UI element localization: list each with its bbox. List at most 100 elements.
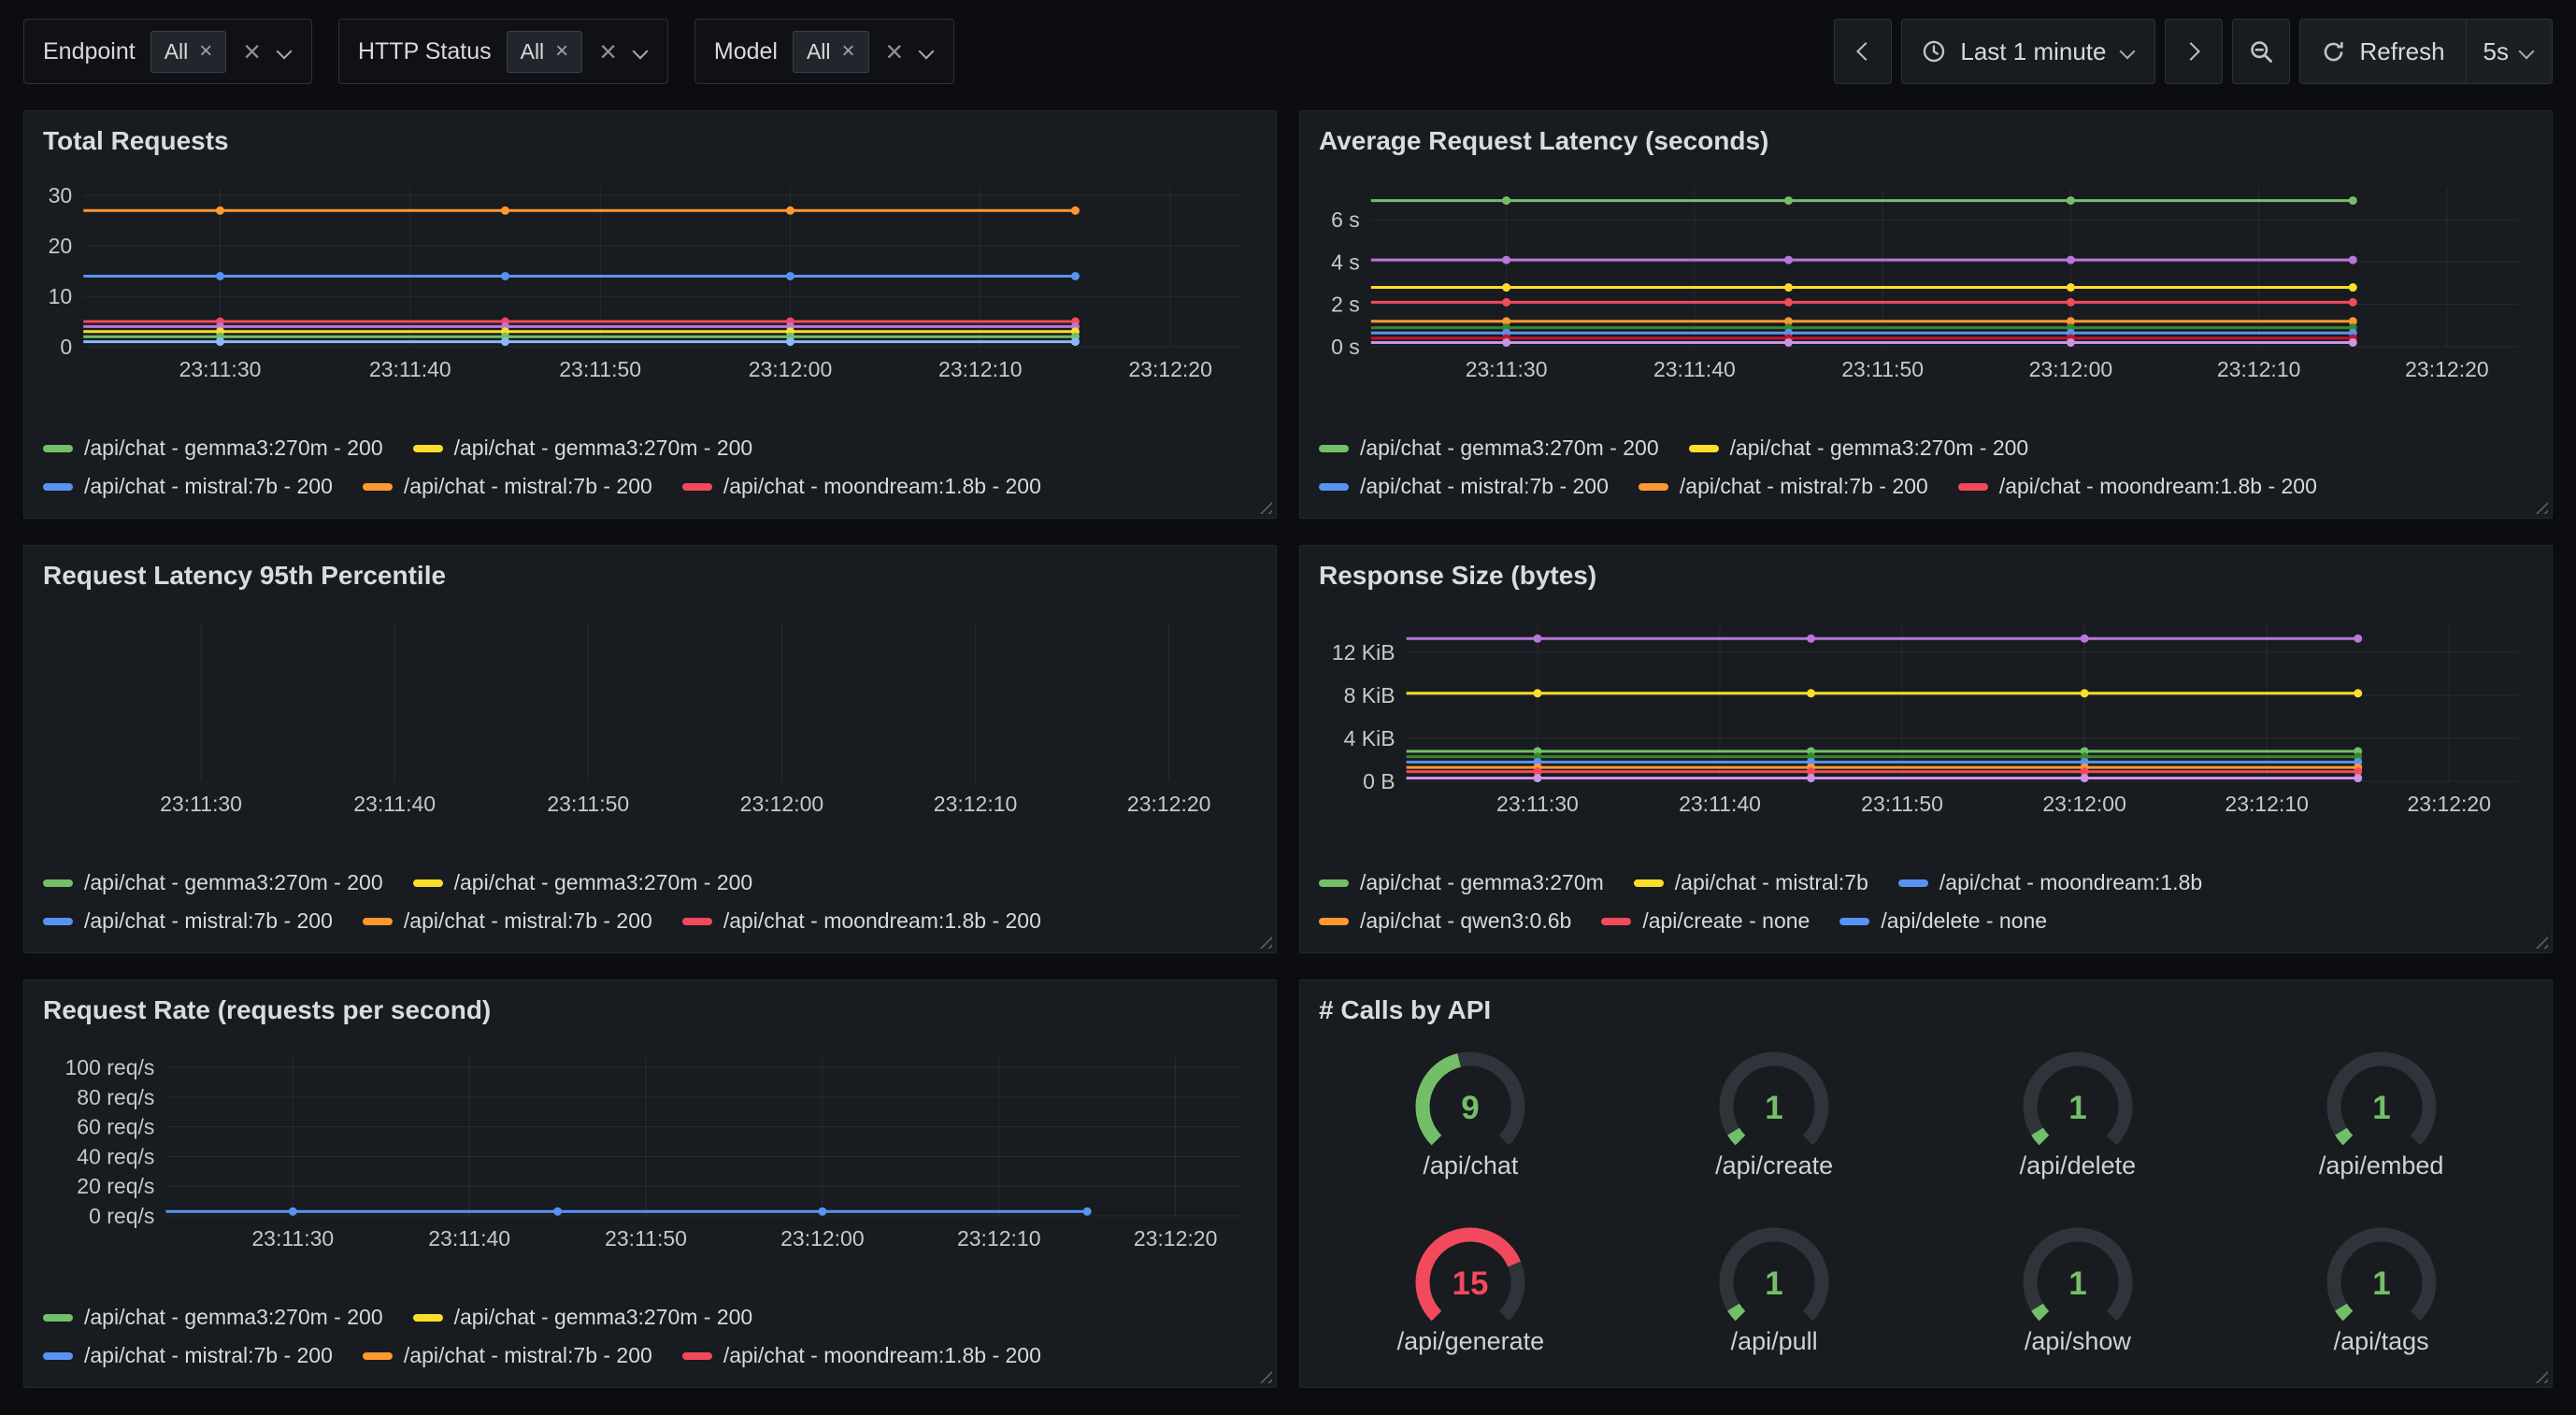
gauge-title: /api/show <box>2025 1327 2131 1356</box>
chart-canvas[interactable]: 23:11:3023:11:4023:11:5023:12:0023:12:10… <box>43 613 1257 821</box>
gauge-title: /api/embed <box>2319 1151 2444 1180</box>
series-line[interactable] <box>83 272 1080 280</box>
time-shift-back-button[interactable] <box>1834 19 1892 84</box>
filter-label[interactable]: HTTP Status <box>358 38 492 65</box>
legend-series-label: /api/chat - mistral:7b - 200 <box>404 908 652 934</box>
clear-filter-icon[interactable]: × <box>599 36 617 66</box>
legend-item[interactable]: /api/chat - moondream:1.8b - 200 <box>1958 474 2317 499</box>
series-line[interactable] <box>1407 758 2363 766</box>
legend-series-swatch <box>1689 445 1719 452</box>
remove-value-icon[interactable]: × <box>199 40 212 63</box>
series-line[interactable] <box>1371 329 2357 337</box>
panel-title[interactable]: Request Rate (requests per second) <box>43 995 1257 1025</box>
panel-title[interactable]: Total Requests <box>43 126 1257 156</box>
legend-series-swatch <box>1319 879 1349 887</box>
legend-item[interactable]: /api/chat - mistral:7b - 200 <box>363 908 652 934</box>
series-line[interactable] <box>165 1208 1091 1216</box>
legend-item[interactable]: /api/chat - qwen3:0.6b <box>1319 908 1571 934</box>
chevron-down-icon <box>2119 44 2136 59</box>
legend-item[interactable]: /api/chat - gemma3:270m - 200 <box>413 1305 753 1330</box>
legend-item[interactable]: /api/chat - mistral:7b - 200 <box>43 908 333 934</box>
legend-item[interactable]: /api/chat - moondream:1.8b - 200 <box>682 474 1041 499</box>
series-line[interactable] <box>1371 283 2357 292</box>
clear-filter-icon[interactable]: × <box>886 36 904 66</box>
panel-resize-handle[interactable] <box>2531 932 2548 949</box>
series-line[interactable] <box>83 327 1080 336</box>
legend-item[interactable]: /api/chat - mistral:7b <box>1634 870 1868 895</box>
chart-area[interactable]: 23:11:3023:11:4023:11:5023:12:0023:12:10… <box>43 613 1257 821</box>
legend-item[interactable]: /api/chat - gemma3:270m - 200 <box>43 870 383 895</box>
refresh-interval-dropdown[interactable]: 5s <box>2466 20 2552 83</box>
data-point <box>1083 1208 1092 1216</box>
chevron-down-icon[interactable] <box>918 44 935 59</box>
series-line[interactable] <box>1371 317 2357 325</box>
series-line[interactable] <box>1407 747 2363 755</box>
series-line[interactable] <box>83 322 1080 331</box>
series-line[interactable] <box>83 337 1080 346</box>
legend-item[interactable]: /api/create - none <box>1601 908 1810 934</box>
panel-title[interactable]: # Calls by API <box>1319 995 2533 1025</box>
chart-area[interactable]: 0 B4 KiB8 KiB12 KiB23:11:3023:11:4023:11… <box>1319 613 2533 821</box>
legend-item[interactable]: /api/chat - gemma3:270m <box>1319 870 1604 895</box>
time-shift-forward-button[interactable] <box>2165 19 2223 84</box>
legend-item[interactable]: /api/chat - gemma3:270m - 200 <box>43 436 383 461</box>
legend-item[interactable]: /api/chat - mistral:7b - 200 <box>1639 474 1928 499</box>
legend-item[interactable]: /api/chat - mistral:7b - 200 <box>363 1343 652 1368</box>
legend-series-label: /api/chat - gemma3:270m - 200 <box>1730 436 2029 461</box>
series-line[interactable] <box>1371 196 2357 205</box>
filter-label[interactable]: Endpoint <box>43 38 136 65</box>
series-line[interactable] <box>83 318 1080 326</box>
legend-item[interactable]: /api/chat - gemma3:270m - 200 <box>413 870 753 895</box>
clear-filter-icon[interactable]: × <box>243 36 261 66</box>
series-line[interactable] <box>1407 635 2363 643</box>
legend-item[interactable]: /api/chat - mistral:7b - 200 <box>43 1343 333 1368</box>
time-controls: Last 1 minute Refresh <box>1834 19 2553 84</box>
chart-canvas[interactable]: 0 req/s20 req/s40 req/s60 req/s80 req/s1… <box>43 1048 1257 1255</box>
panel-title[interactable]: Request Latency 95th Percentile <box>43 561 1257 591</box>
legend-item[interactable]: /api/chat - moondream:1.8b <box>1898 870 2202 895</box>
legend-item[interactable]: /api/chat - moondream:1.8b - 200 <box>682 908 1041 934</box>
legend-item[interactable]: /api/chat - gemma3:270m - 200 <box>43 1305 383 1330</box>
remove-value-icon[interactable]: × <box>842 40 855 63</box>
refresh-button[interactable]: Refresh <box>2300 20 2465 83</box>
remove-value-icon[interactable]: × <box>555 40 568 63</box>
time-range-picker[interactable]: Last 1 minute <box>1901 19 2155 84</box>
chevron-down-icon[interactable] <box>632 44 649 59</box>
chart-canvas[interactable]: 010203023:11:3023:11:4023:11:5023:12:002… <box>43 179 1257 386</box>
series-line[interactable] <box>1371 323 2357 332</box>
y-axis-label: 0 req/s <box>89 1204 154 1228</box>
filter-label[interactable]: Model <box>714 38 778 65</box>
panel-resize-handle[interactable] <box>2531 1366 2548 1383</box>
panel-resize-handle[interactable] <box>1255 497 1272 514</box>
filter-value-chip[interactable]: All× <box>507 31 583 73</box>
legend-item[interactable]: /api/chat - gemma3:270m - 200 <box>413 436 753 461</box>
chart-canvas[interactable]: 0 s2 s4 s6 s23:11:3023:11:4023:11:5023:1… <box>1319 179 2533 386</box>
chart-area[interactable]: 010203023:11:3023:11:4023:11:5023:12:002… <box>43 179 1257 386</box>
legend-item[interactable]: /api/chat - mistral:7b - 200 <box>1319 474 1609 499</box>
panel-resize-handle[interactable] <box>1255 1366 1272 1383</box>
series-line[interactable] <box>1371 256 2357 264</box>
chart-area[interactable]: 0 req/s20 req/s40 req/s60 req/s80 req/s1… <box>43 1048 1257 1255</box>
series-line[interactable] <box>1407 689 2363 697</box>
legend-item[interactable]: /api/chat - mistral:7b - 200 <box>363 474 652 499</box>
series-line[interactable] <box>83 333 1080 341</box>
legend-item[interactable]: /api/chat - moondream:1.8b - 200 <box>682 1343 1041 1368</box>
filter-value-chip[interactable]: All× <box>793 31 869 73</box>
legend-item[interactable]: /api/delete - none <box>1839 908 2047 934</box>
legend-item[interactable]: /api/chat - gemma3:270m - 200 <box>1319 436 1659 461</box>
series-line[interactable] <box>83 207 1080 215</box>
panel-title[interactable]: Response Size (bytes) <box>1319 561 2533 591</box>
filter-value-chip[interactable]: All× <box>150 31 227 73</box>
chart-area[interactable]: 0 s2 s4 s6 s23:11:3023:11:4023:11:5023:1… <box>1319 179 2533 386</box>
series-line[interactable] <box>1407 752 2363 761</box>
panel-resize-handle[interactable] <box>1255 932 1272 949</box>
panel-resize-handle[interactable] <box>2531 497 2548 514</box>
chevron-down-icon[interactable] <box>276 44 293 59</box>
legend-item[interactable]: /api/chat - gemma3:270m - 200 <box>1689 436 2029 461</box>
legend-item[interactable]: /api/chat - mistral:7b - 200 <box>43 474 333 499</box>
series-line[interactable] <box>1371 298 2357 307</box>
panel-title[interactable]: Average Request Latency (seconds) <box>1319 126 2533 156</box>
legend-series-swatch <box>1319 918 1349 925</box>
zoom-out-button[interactable] <box>2232 19 2290 84</box>
chart-canvas[interactable]: 0 B4 KiB8 KiB12 KiB23:11:3023:11:4023:11… <box>1319 613 2533 821</box>
